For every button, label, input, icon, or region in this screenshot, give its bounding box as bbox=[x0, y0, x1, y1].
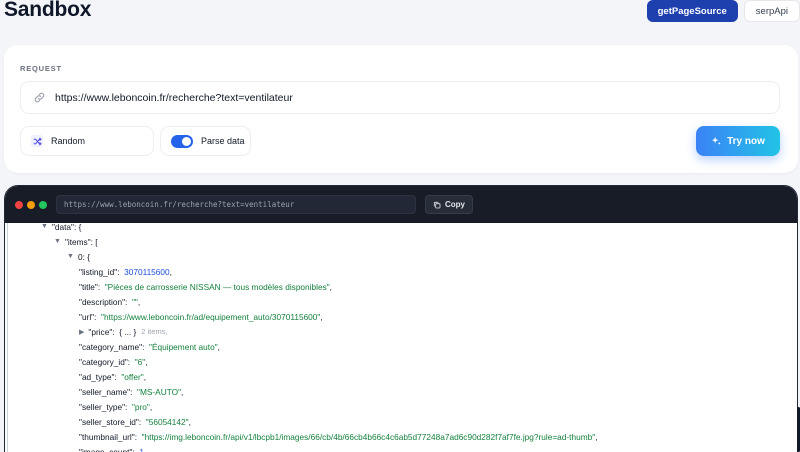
api-tabs: getPageSource serpApi bbox=[646, 0, 800, 22]
json-row-seller-type: "seller_type": "pro", bbox=[79, 401, 153, 412]
json-row-title: "title": "Pièces de carrosserie NISSAN —… bbox=[79, 281, 332, 292]
request-section-label: REQUEST bbox=[20, 64, 62, 73]
response-panel: https://www.leboncoin.fr/recherche?text=… bbox=[4, 185, 798, 452]
json-row-items[interactable]: ▼ "items": [ bbox=[54, 234, 98, 249]
copy-icon bbox=[433, 201, 441, 209]
copy-button[interactable]: Copy bbox=[425, 195, 473, 214]
sparkle-icon bbox=[711, 136, 722, 147]
link-icon bbox=[33, 91, 47, 105]
try-now-button[interactable]: Try now bbox=[696, 126, 780, 156]
tab-serpapi[interactable]: serpApi bbox=[743, 0, 800, 22]
parse-data-option[interactable]: Parse data bbox=[160, 126, 251, 156]
parse-data-label: Parse data bbox=[201, 136, 245, 146]
window-minimize-dot bbox=[27, 201, 35, 209]
copy-label: Copy bbox=[445, 200, 465, 209]
json-row-ad-type: "ad_type": "offer", bbox=[79, 371, 146, 382]
page-title: Sandbox bbox=[4, 0, 92, 21]
collapse-triangle-icon[interactable]: ▼ bbox=[67, 253, 74, 260]
json-row-seller-name: "seller_name": "MS-AUTO", bbox=[79, 386, 184, 397]
url-value: https://www.leboncoin.fr/recherche?text=… bbox=[55, 91, 293, 104]
collapse-triangle-icon[interactable]: ▼ bbox=[41, 223, 48, 230]
json-row-price[interactable]: ▶ "price": { ... } 2 items, bbox=[79, 324, 168, 339]
random-option[interactable]: Random bbox=[20, 126, 154, 156]
json-row-item-0[interactable]: ▼ 0: { bbox=[67, 249, 90, 264]
json-row-description: "description": "", bbox=[79, 296, 141, 307]
collapse-triangle-icon[interactable]: ▼ bbox=[54, 238, 61, 245]
tree-guide-line bbox=[7, 223, 8, 452]
json-row-category-name: "category_name": "Équipement auto", bbox=[79, 341, 220, 352]
window-maximize-dot bbox=[39, 201, 47, 209]
json-row-category-id: "category_id": "6", bbox=[79, 356, 148, 367]
json-row-image-count: "image_count": 1, bbox=[79, 446, 147, 452]
tab-getpagesource[interactable]: getPageSource bbox=[646, 0, 738, 22]
response-toolbar: https://www.leboncoin.fr/recherche?text=… bbox=[5, 186, 797, 223]
response-url: https://www.leboncoin.fr/recherche?text=… bbox=[56, 195, 416, 214]
request-card: REQUEST https://www.leboncoin.fr/recherc… bbox=[4, 45, 798, 173]
url-input[interactable]: https://www.leboncoin.fr/recherche?text=… bbox=[20, 81, 780, 114]
parse-data-toggle[interactable] bbox=[171, 134, 193, 148]
json-row-thumbnail-url: "thumbnail_url": "https://img.leboncoin.… bbox=[79, 431, 598, 442]
window-close-dot bbox=[15, 201, 23, 209]
json-row-url: "url": "https://www.leboncoin.fr/ad/equi… bbox=[79, 311, 323, 322]
header: Sandbox getPageSource serpApi bbox=[0, 0, 800, 40]
random-label: Random bbox=[51, 136, 86, 146]
try-now-label: Try now bbox=[727, 135, 765, 147]
json-row-data[interactable]: ▼ "data": { bbox=[41, 219, 81, 234]
json-row-listing-id: "listing_id": 3070115600, bbox=[79, 266, 172, 277]
item-count-meta: 2 items bbox=[141, 327, 166, 336]
expand-triangle-icon[interactable]: ▶ bbox=[79, 328, 84, 336]
shuffle-icon bbox=[31, 135, 43, 147]
json-row-seller-store-id: "seller_store_id": "56054142", bbox=[79, 416, 191, 427]
